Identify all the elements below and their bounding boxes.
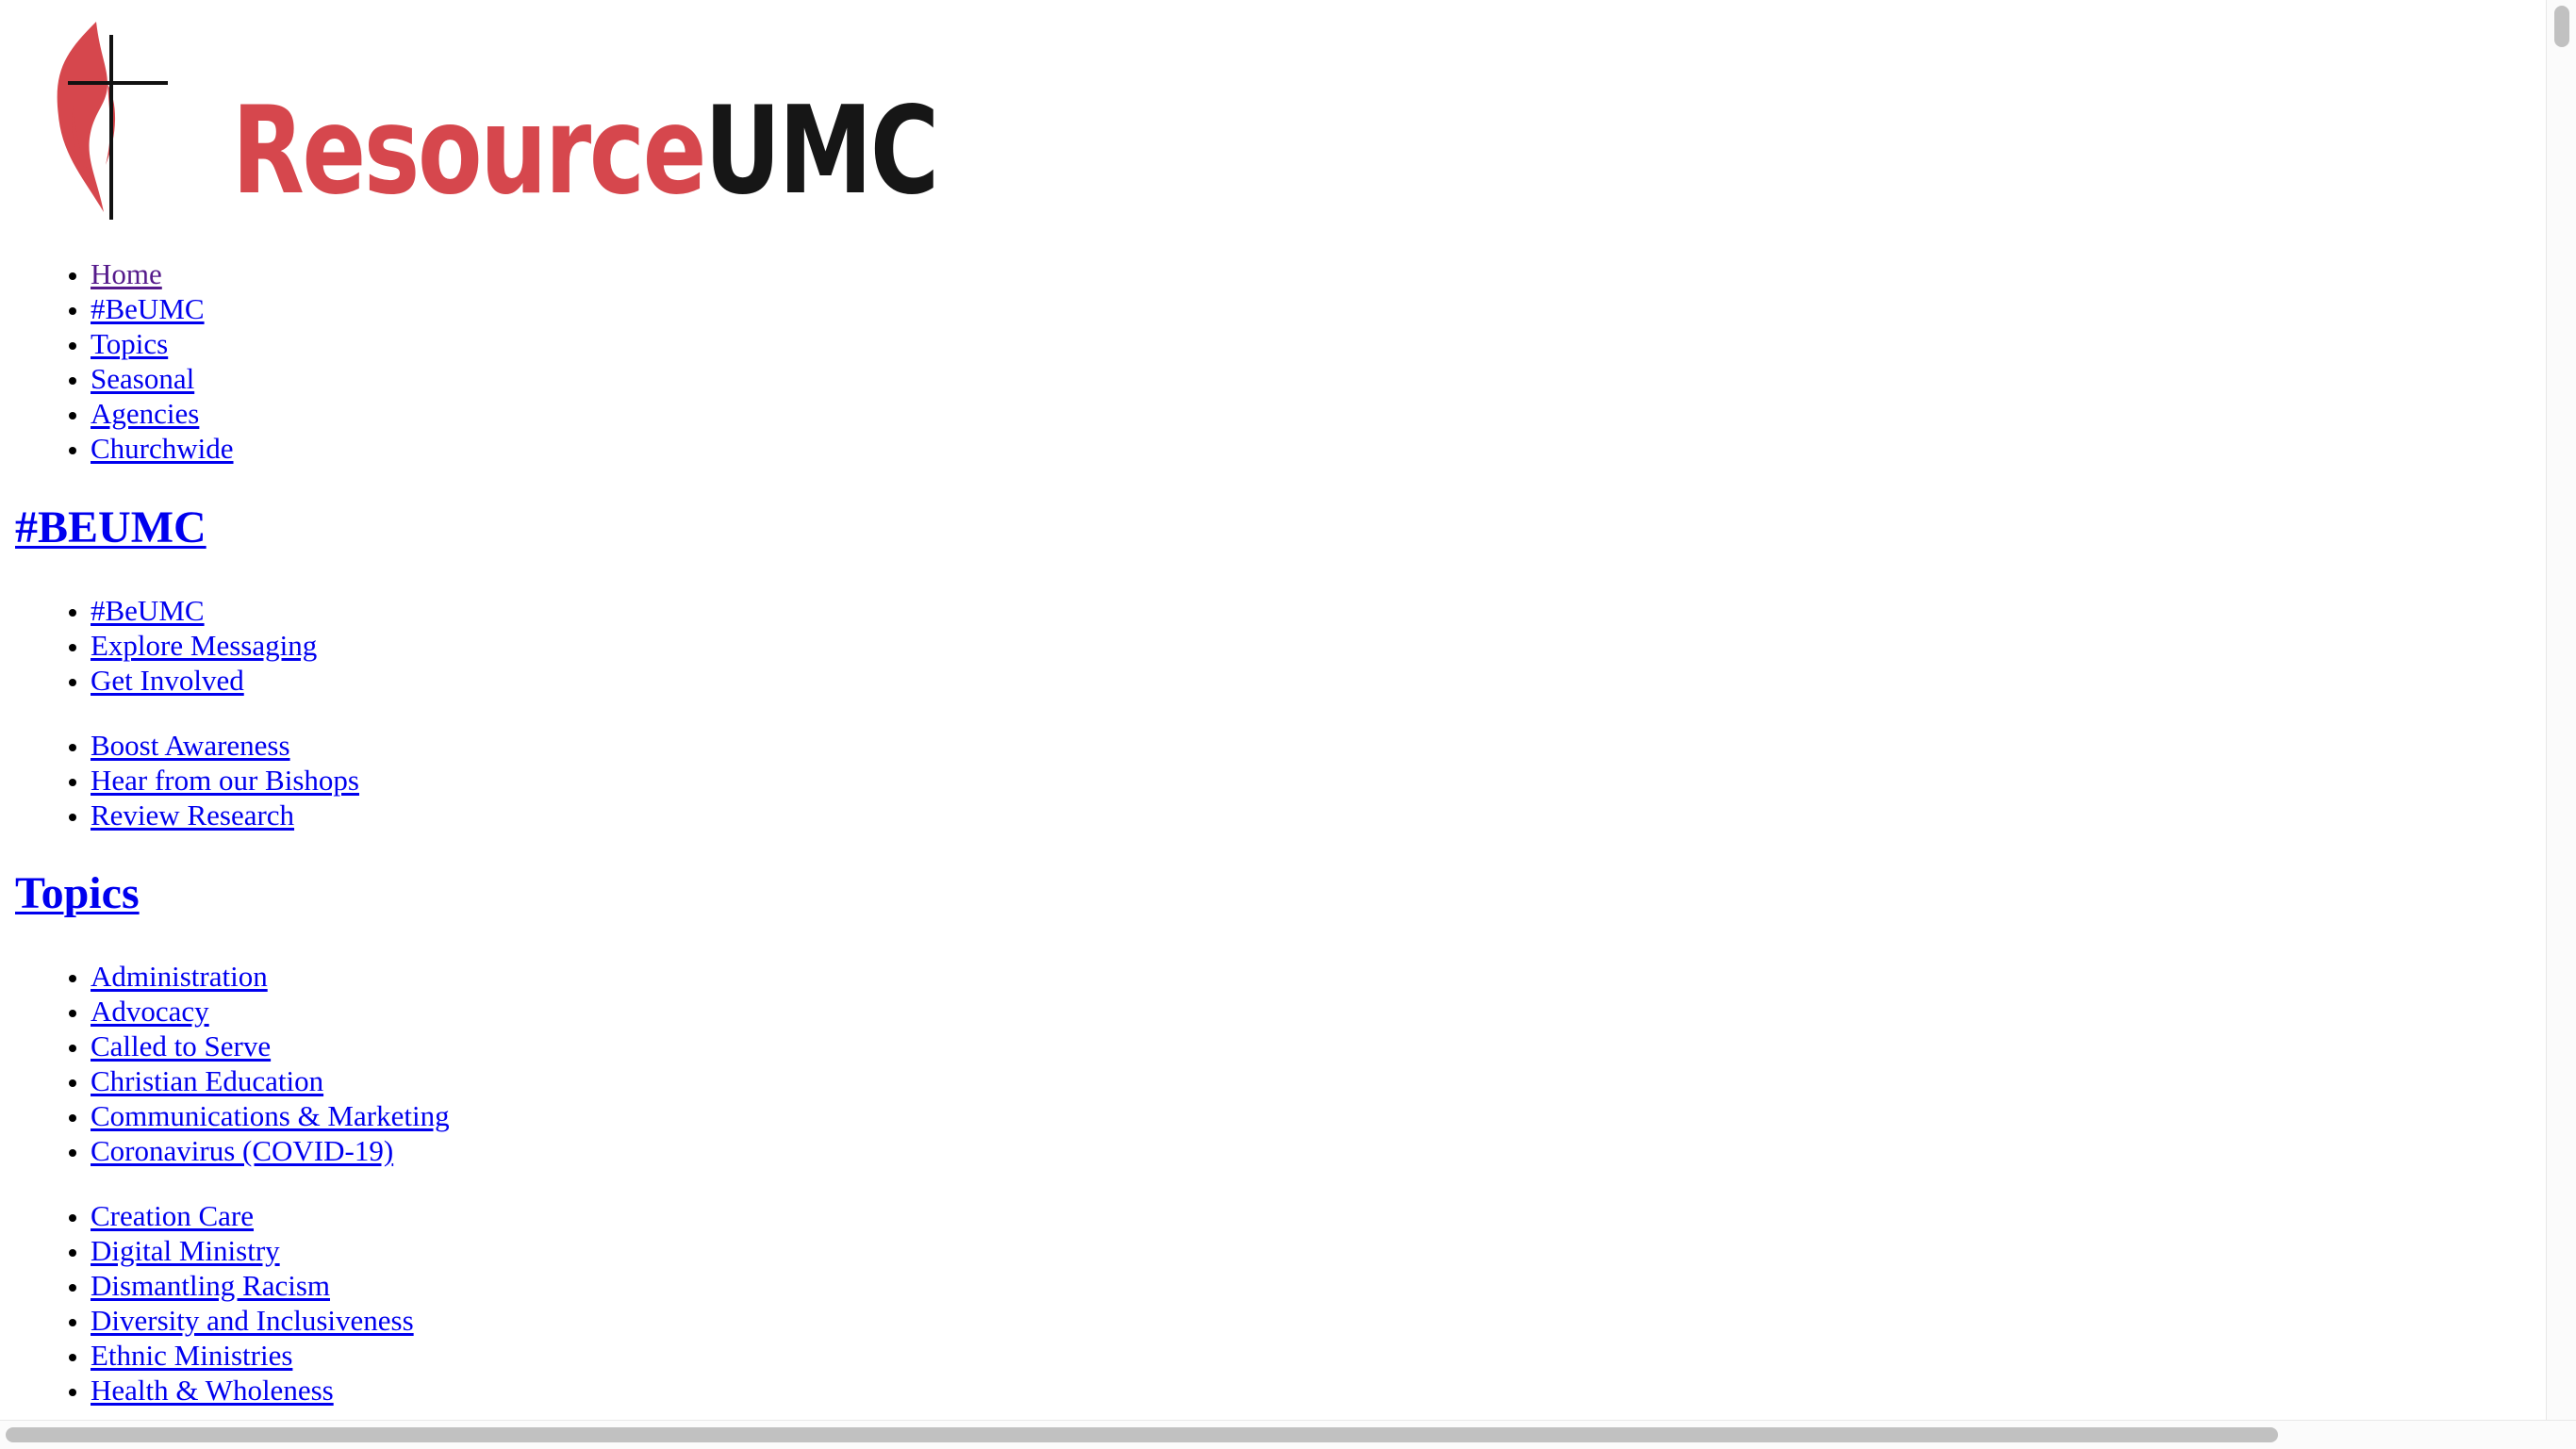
horizontal-scrollbar[interactable] bbox=[0, 1420, 2576, 1449]
resourceumc-logo[interactable]: ResourceUMC bbox=[47, 14, 939, 222]
section-heading-topics: Topics bbox=[15, 867, 140, 920]
main-nav-item-beumc: #BeUMC bbox=[91, 291, 234, 326]
list-item: Diversity and Inclusiveness bbox=[91, 1303, 414, 1338]
main-nav-link-seasonal[interactable]: Seasonal bbox=[91, 362, 194, 395]
main-nav-item-home: Home bbox=[91, 256, 234, 291]
link-explore-messaging[interactable]: Explore Messaging bbox=[91, 629, 317, 662]
list-item: Review Research bbox=[91, 798, 359, 832]
main-nav-item-seasonal: Seasonal bbox=[91, 361, 234, 396]
link-advocacy[interactable]: Advocacy bbox=[91, 995, 209, 1028]
list-item: Ethnic Ministries bbox=[91, 1338, 414, 1373]
list-item: Dismantling Racism bbox=[91, 1268, 414, 1303]
list-item: Get Involved bbox=[91, 663, 317, 698]
logo-text-umc: UMC bbox=[704, 81, 939, 222]
link-christian-education[interactable]: Christian Education bbox=[91, 1064, 323, 1097]
list-item: Called to Serve bbox=[91, 1029, 450, 1063]
list-item: #BeUMC bbox=[91, 593, 317, 628]
link-ethnic-ministries[interactable]: Ethnic Ministries bbox=[91, 1339, 292, 1372]
cross-and-flame-icon bbox=[57, 22, 168, 220]
section-heading-beumc-link[interactable]: #BEUMC bbox=[15, 502, 206, 552]
list-item: Hear from our Bishops bbox=[91, 763, 359, 798]
link-beumc[interactable]: #BeUMC bbox=[91, 594, 205, 627]
link-coronavirus[interactable]: Coronavirus (COVID-19) bbox=[91, 1134, 393, 1167]
topics-link-list-2: Creation Care Digital Ministry Dismantli… bbox=[0, 1198, 414, 1408]
list-item: Digital Ministry bbox=[91, 1233, 414, 1268]
link-health-wholeness[interactable]: Health & Wholeness bbox=[91, 1374, 334, 1407]
list-item: Coronavirus (COVID-19) bbox=[91, 1133, 450, 1168]
link-communications-marketing[interactable]: Communications & Marketing bbox=[91, 1099, 450, 1132]
link-get-involved[interactable]: Get Involved bbox=[91, 664, 244, 697]
list-item: Creation Care bbox=[91, 1198, 414, 1233]
main-nav-link-beumc[interactable]: #BeUMC bbox=[91, 292, 205, 325]
main-nav-item-agencies: Agencies bbox=[91, 396, 234, 431]
section-heading-beumc: #BEUMC bbox=[15, 502, 206, 554]
list-item: Health & Wholeness bbox=[91, 1373, 414, 1408]
list-item: Boost Awareness bbox=[91, 728, 359, 763]
link-diversity-and-inclusiveness[interactable]: Diversity and Inclusiveness bbox=[91, 1304, 414, 1337]
beumc-link-list-2: Boost Awareness Hear from our Bishops Re… bbox=[0, 728, 359, 832]
list-item: Advocacy bbox=[91, 994, 450, 1029]
vertical-scrollbar[interactable] bbox=[2546, 0, 2576, 1420]
main-nav-item-topics: Topics bbox=[91, 326, 234, 361]
list-item: Communications & Marketing bbox=[91, 1098, 450, 1133]
link-hear-from-our-bishops[interactable]: Hear from our Bishops bbox=[91, 764, 359, 797]
list-item: Administration bbox=[91, 959, 450, 994]
page: ResourceUMC Home #BeUMC Topics Seasonal … bbox=[0, 0, 2546, 1420]
link-administration[interactable]: Administration bbox=[91, 960, 268, 993]
link-creation-care[interactable]: Creation Care bbox=[91, 1199, 254, 1232]
main-nav-link-topics[interactable]: Topics bbox=[91, 327, 168, 360]
main-nav-link-home[interactable]: Home bbox=[91, 257, 162, 290]
link-dismantling-racism[interactable]: Dismantling Racism bbox=[91, 1269, 330, 1302]
logo-text-resource: Resource bbox=[232, 81, 706, 222]
main-nav-link-churchwide[interactable]: Churchwide bbox=[91, 432, 234, 465]
link-called-to-serve[interactable]: Called to Serve bbox=[91, 1029, 271, 1062]
vertical-scrollbar-thumb[interactable] bbox=[2554, 6, 2569, 47]
browser-viewport: ResourceUMC Home #BeUMC Topics Seasonal … bbox=[0, 0, 2546, 1420]
list-item: Explore Messaging bbox=[91, 628, 317, 663]
link-digital-ministry[interactable]: Digital Ministry bbox=[91, 1234, 280, 1267]
horizontal-scrollbar-thumb[interactable] bbox=[6, 1427, 2278, 1442]
link-review-research[interactable]: Review Research bbox=[91, 799, 294, 832]
main-nav-link-agencies[interactable]: Agencies bbox=[91, 397, 199, 430]
main-nav: Home #BeUMC Topics Seasonal Agencies Chu… bbox=[0, 256, 234, 466]
topics-link-list-1: Administration Advocacy Called to Serve … bbox=[0, 959, 450, 1168]
link-boost-awareness[interactable]: Boost Awareness bbox=[91, 729, 290, 762]
section-heading-topics-link[interactable]: Topics bbox=[15, 868, 140, 918]
logo-wordmark: ResourceUMC bbox=[232, 91, 939, 212]
main-nav-item-churchwide: Churchwide bbox=[91, 431, 234, 466]
beumc-link-list-1: #BeUMC Explore Messaging Get Involved bbox=[0, 593, 317, 698]
list-item: Christian Education bbox=[91, 1063, 450, 1098]
